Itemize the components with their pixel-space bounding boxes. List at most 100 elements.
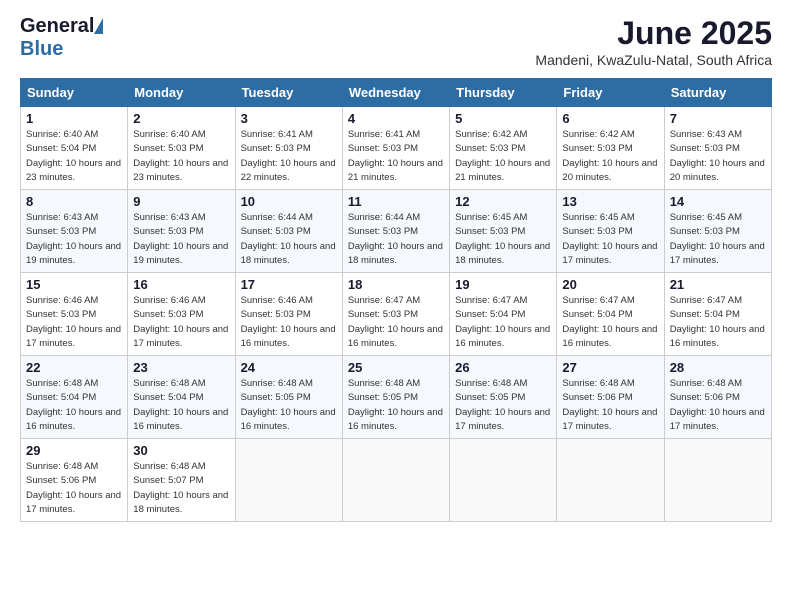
- day-number: 16: [133, 277, 229, 292]
- day-number: 7: [670, 111, 766, 126]
- sunrise-text: Sunrise: 6:45 AM: [455, 212, 527, 223]
- sunset-text: Sunset: 5:04 PM: [133, 392, 203, 403]
- sunrise-text: Sunrise: 6:43 AM: [26, 212, 98, 223]
- calendar-week-5: 29 Sunrise: 6:48 AM Sunset: 5:06 PM Dayl…: [21, 439, 772, 522]
- day-number: 27: [562, 360, 658, 375]
- sunrise-text: Sunrise: 6:46 AM: [133, 295, 205, 306]
- table-row: 12 Sunrise: 6:45 AM Sunset: 5:03 PM Dayl…: [450, 190, 557, 273]
- day-info: Sunrise: 6:45 AM Sunset: 5:03 PM Dayligh…: [670, 211, 766, 268]
- sunset-text: Sunset: 5:03 PM: [348, 309, 418, 320]
- table-row: 25 Sunrise: 6:48 AM Sunset: 5:05 PM Dayl…: [342, 356, 449, 439]
- table-row: 15 Sunrise: 6:46 AM Sunset: 5:03 PM Dayl…: [21, 273, 128, 356]
- header: General Blue June 2025 Mandeni, KwaZulu-…: [20, 15, 772, 68]
- table-row: 14 Sunrise: 6:45 AM Sunset: 5:03 PM Dayl…: [664, 190, 771, 273]
- day-info: Sunrise: 6:47 AM Sunset: 5:03 PM Dayligh…: [348, 294, 444, 351]
- sunrise-text: Sunrise: 6:43 AM: [133, 212, 205, 223]
- table-row: [235, 439, 342, 522]
- day-info: Sunrise: 6:46 AM Sunset: 5:03 PM Dayligh…: [241, 294, 337, 351]
- day-number: 8: [26, 194, 122, 209]
- calendar-container: General Blue June 2025 Mandeni, KwaZulu-…: [0, 0, 792, 612]
- day-info: Sunrise: 6:44 AM Sunset: 5:03 PM Dayligh…: [348, 211, 444, 268]
- sunrise-text: Sunrise: 6:48 AM: [133, 378, 205, 389]
- day-number: 23: [133, 360, 229, 375]
- daylight-text: Daylight: 10 hours and 19 minutes.: [26, 241, 121, 266]
- table-row: 21 Sunrise: 6:47 AM Sunset: 5:04 PM Dayl…: [664, 273, 771, 356]
- sunrise-text: Sunrise: 6:42 AM: [562, 129, 634, 140]
- day-info: Sunrise: 6:48 AM Sunset: 5:07 PM Dayligh…: [133, 460, 229, 517]
- day-number: 21: [670, 277, 766, 292]
- calendar-week-3: 15 Sunrise: 6:46 AM Sunset: 5:03 PM Dayl…: [21, 273, 772, 356]
- daylight-text: Daylight: 10 hours and 17 minutes.: [455, 407, 550, 432]
- daylight-text: Daylight: 10 hours and 21 minutes.: [455, 158, 550, 183]
- table-row: 5 Sunrise: 6:42 AM Sunset: 5:03 PM Dayli…: [450, 107, 557, 190]
- sunset-text: Sunset: 5:06 PM: [26, 475, 96, 486]
- day-number: 17: [241, 277, 337, 292]
- daylight-text: Daylight: 10 hours and 16 minutes.: [241, 407, 336, 432]
- sunset-text: Sunset: 5:03 PM: [241, 143, 311, 154]
- table-row: 17 Sunrise: 6:46 AM Sunset: 5:03 PM Dayl…: [235, 273, 342, 356]
- header-row: Sunday Monday Tuesday Wednesday Thursday…: [21, 79, 772, 107]
- day-number: 20: [562, 277, 658, 292]
- sunset-text: Sunset: 5:05 PM: [348, 392, 418, 403]
- sunset-text: Sunset: 5:06 PM: [670, 392, 740, 403]
- sunset-text: Sunset: 5:03 PM: [26, 309, 96, 320]
- day-info: Sunrise: 6:48 AM Sunset: 5:06 PM Dayligh…: [26, 460, 122, 517]
- table-row: 6 Sunrise: 6:42 AM Sunset: 5:03 PM Dayli…: [557, 107, 664, 190]
- table-row: 19 Sunrise: 6:47 AM Sunset: 5:04 PM Dayl…: [450, 273, 557, 356]
- col-thursday: Thursday: [450, 79, 557, 107]
- daylight-text: Daylight: 10 hours and 20 minutes.: [670, 158, 765, 183]
- day-info: Sunrise: 6:42 AM Sunset: 5:03 PM Dayligh…: [562, 128, 658, 185]
- day-info: Sunrise: 6:43 AM Sunset: 5:03 PM Dayligh…: [26, 211, 122, 268]
- daylight-text: Daylight: 10 hours and 18 minutes.: [241, 241, 336, 266]
- day-info: Sunrise: 6:48 AM Sunset: 5:05 PM Dayligh…: [348, 377, 444, 434]
- daylight-text: Daylight: 10 hours and 23 minutes.: [133, 158, 228, 183]
- daylight-text: Daylight: 10 hours and 22 minutes.: [241, 158, 336, 183]
- sunset-text: Sunset: 5:03 PM: [562, 143, 632, 154]
- table-row: 2 Sunrise: 6:40 AM Sunset: 5:03 PM Dayli…: [128, 107, 235, 190]
- sunrise-text: Sunrise: 6:48 AM: [26, 378, 98, 389]
- sunset-text: Sunset: 5:03 PM: [241, 309, 311, 320]
- day-number: 3: [241, 111, 337, 126]
- table-row: [342, 439, 449, 522]
- daylight-text: Daylight: 10 hours and 16 minutes.: [670, 324, 765, 349]
- table-row: 28 Sunrise: 6:48 AM Sunset: 5:06 PM Dayl…: [664, 356, 771, 439]
- col-sunday: Sunday: [21, 79, 128, 107]
- daylight-text: Daylight: 10 hours and 17 minutes.: [26, 324, 121, 349]
- day-number: 19: [455, 277, 551, 292]
- col-wednesday: Wednesday: [342, 79, 449, 107]
- daylight-text: Daylight: 10 hours and 16 minutes.: [562, 324, 657, 349]
- table-row: 13 Sunrise: 6:45 AM Sunset: 5:03 PM Dayl…: [557, 190, 664, 273]
- logo-triangle-icon: [94, 18, 103, 34]
- day-info: Sunrise: 6:41 AM Sunset: 5:03 PM Dayligh…: [241, 128, 337, 185]
- daylight-text: Daylight: 10 hours and 17 minutes.: [562, 241, 657, 266]
- day-info: Sunrise: 6:45 AM Sunset: 5:03 PM Dayligh…: [455, 211, 551, 268]
- sunset-text: Sunset: 5:03 PM: [348, 143, 418, 154]
- sunrise-text: Sunrise: 6:47 AM: [670, 295, 742, 306]
- table-row: 23 Sunrise: 6:48 AM Sunset: 5:04 PM Dayl…: [128, 356, 235, 439]
- logo-blue-text: Blue: [20, 38, 63, 60]
- sunrise-text: Sunrise: 6:46 AM: [241, 295, 313, 306]
- daylight-text: Daylight: 10 hours and 16 minutes.: [348, 407, 443, 432]
- daylight-text: Daylight: 10 hours and 16 minutes.: [455, 324, 550, 349]
- sunset-text: Sunset: 5:04 PM: [26, 143, 96, 154]
- day-info: Sunrise: 6:40 AM Sunset: 5:03 PM Dayligh…: [133, 128, 229, 185]
- day-info: Sunrise: 6:45 AM Sunset: 5:03 PM Dayligh…: [562, 211, 658, 268]
- day-info: Sunrise: 6:47 AM Sunset: 5:04 PM Dayligh…: [562, 294, 658, 351]
- location-title: Mandeni, KwaZulu-Natal, South Africa: [535, 52, 772, 68]
- table-row: 27 Sunrise: 6:48 AM Sunset: 5:06 PM Dayl…: [557, 356, 664, 439]
- sunset-text: Sunset: 5:05 PM: [455, 392, 525, 403]
- sunrise-text: Sunrise: 6:40 AM: [26, 129, 98, 140]
- daylight-text: Daylight: 10 hours and 16 minutes.: [241, 324, 336, 349]
- daylight-text: Daylight: 10 hours and 16 minutes.: [26, 407, 121, 432]
- day-info: Sunrise: 6:48 AM Sunset: 5:05 PM Dayligh…: [241, 377, 337, 434]
- day-info: Sunrise: 6:40 AM Sunset: 5:04 PM Dayligh…: [26, 128, 122, 185]
- day-info: Sunrise: 6:48 AM Sunset: 5:04 PM Dayligh…: [26, 377, 122, 434]
- logo-general-text: General: [20, 15, 94, 37]
- day-number: 13: [562, 194, 658, 209]
- day-number: 24: [241, 360, 337, 375]
- daylight-text: Daylight: 10 hours and 21 minutes.: [348, 158, 443, 183]
- sunrise-text: Sunrise: 6:41 AM: [241, 129, 313, 140]
- day-info: Sunrise: 6:42 AM Sunset: 5:03 PM Dayligh…: [455, 128, 551, 185]
- sunrise-text: Sunrise: 6:45 AM: [670, 212, 742, 223]
- day-number: 12: [455, 194, 551, 209]
